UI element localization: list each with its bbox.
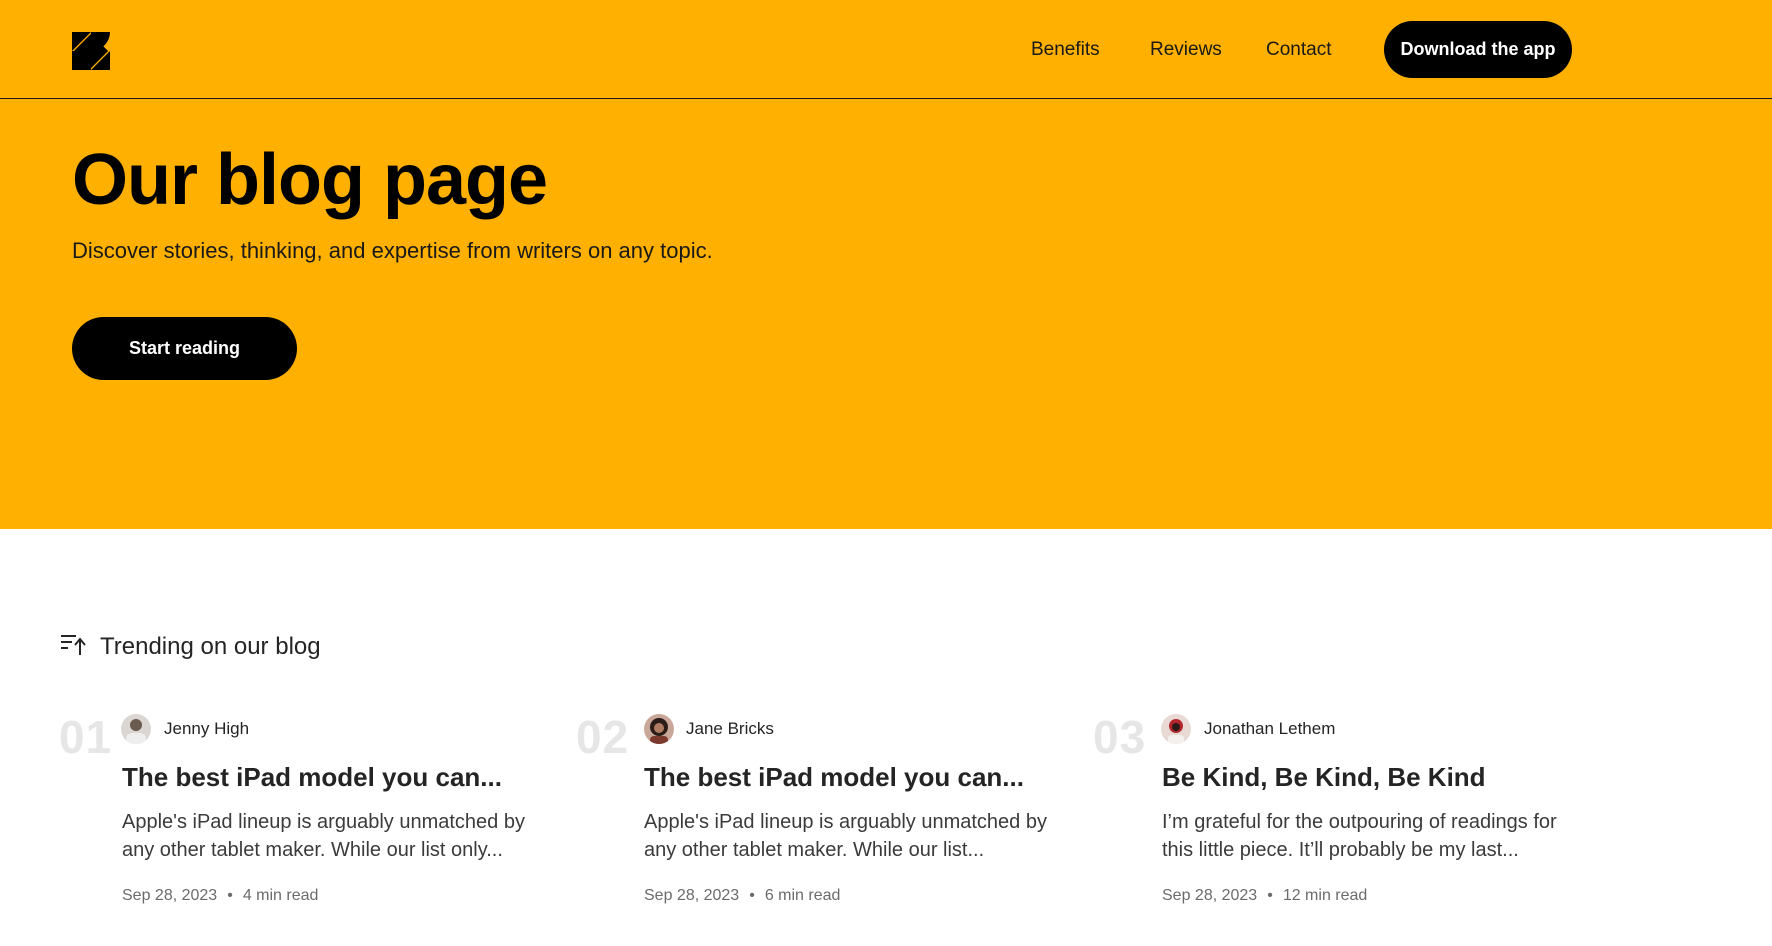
post-excerpt: Apple's iPad lineup is arguably unmatche… — [122, 811, 525, 861]
post-meta: Sep 28, 2023 • 6 min read — [644, 885, 840, 907]
post-title[interactable]: The best iPad model you can... — [122, 760, 502, 794]
hero-section: Benefits Reviews Contact Download the ap… — [0, 0, 1772, 529]
sort-up-icon — [61, 635, 86, 655]
avatar[interactable] — [121, 714, 151, 744]
read-time: 12 min read — [1282, 887, 1368, 904]
nav-link-contact[interactable]: Contact — [1266, 38, 1331, 62]
author-name[interactable]: Jenny High — [164, 718, 249, 740]
post-date: Sep 28, 2023 — [122, 887, 218, 904]
four-petal-logo-icon[interactable] — [72, 32, 110, 70]
post-number: 02 — [576, 711, 630, 763]
post-excerpt: I’m grateful for the outpouring of readi… — [1162, 811, 1557, 861]
avatar-photo-icon — [1168, 719, 1184, 744]
post-date: Sep 28, 2023 — [644, 887, 740, 904]
start-reading-button[interactable]: Start reading — [72, 317, 297, 380]
hero-subtitle: Discover stories, thinking, and expertis… — [72, 238, 713, 263]
avatar-photo-icon — [650, 718, 668, 744]
download-app-button[interactable]: Download the app — [1384, 21, 1572, 78]
trending-heading: Trending on our blog — [100, 633, 321, 660]
page-title: Our blog page — [72, 140, 548, 220]
post-meta: Sep 28, 2023 • 4 min read — [122, 885, 318, 907]
meta-separator: • — [749, 887, 755, 904]
meta-separator: • — [227, 887, 233, 904]
meta-separator: • — [1267, 887, 1273, 904]
avatar-photo-icon — [126, 719, 146, 744]
post-title[interactable]: The best iPad model you can... — [644, 760, 1024, 794]
author-name[interactable]: Jane Bricks — [686, 718, 774, 740]
post-meta: Sep 28, 2023 • 12 min read — [1162, 885, 1367, 907]
avatar[interactable] — [644, 714, 674, 744]
post-number: 03 — [1093, 711, 1147, 763]
nav-link-benefits[interactable]: Benefits — [1031, 38, 1100, 62]
navbar: Benefits Reviews Contact Download the ap… — [0, 0, 1772, 99]
post-excerpt: Apple's iPad lineup is arguably unmatche… — [644, 811, 1047, 861]
read-time: 4 min read — [242, 887, 319, 904]
post-number: 01 — [59, 711, 113, 763]
post-title[interactable]: Be Kind, Be Kind, Be Kind — [1162, 760, 1486, 794]
read-time: 6 min read — [764, 887, 841, 904]
post-date: Sep 28, 2023 — [1162, 887, 1258, 904]
author-name[interactable]: Jonathan Lethem — [1204, 718, 1335, 740]
avatar[interactable] — [1161, 714, 1191, 744]
nav-link-reviews[interactable]: Reviews — [1150, 38, 1222, 62]
